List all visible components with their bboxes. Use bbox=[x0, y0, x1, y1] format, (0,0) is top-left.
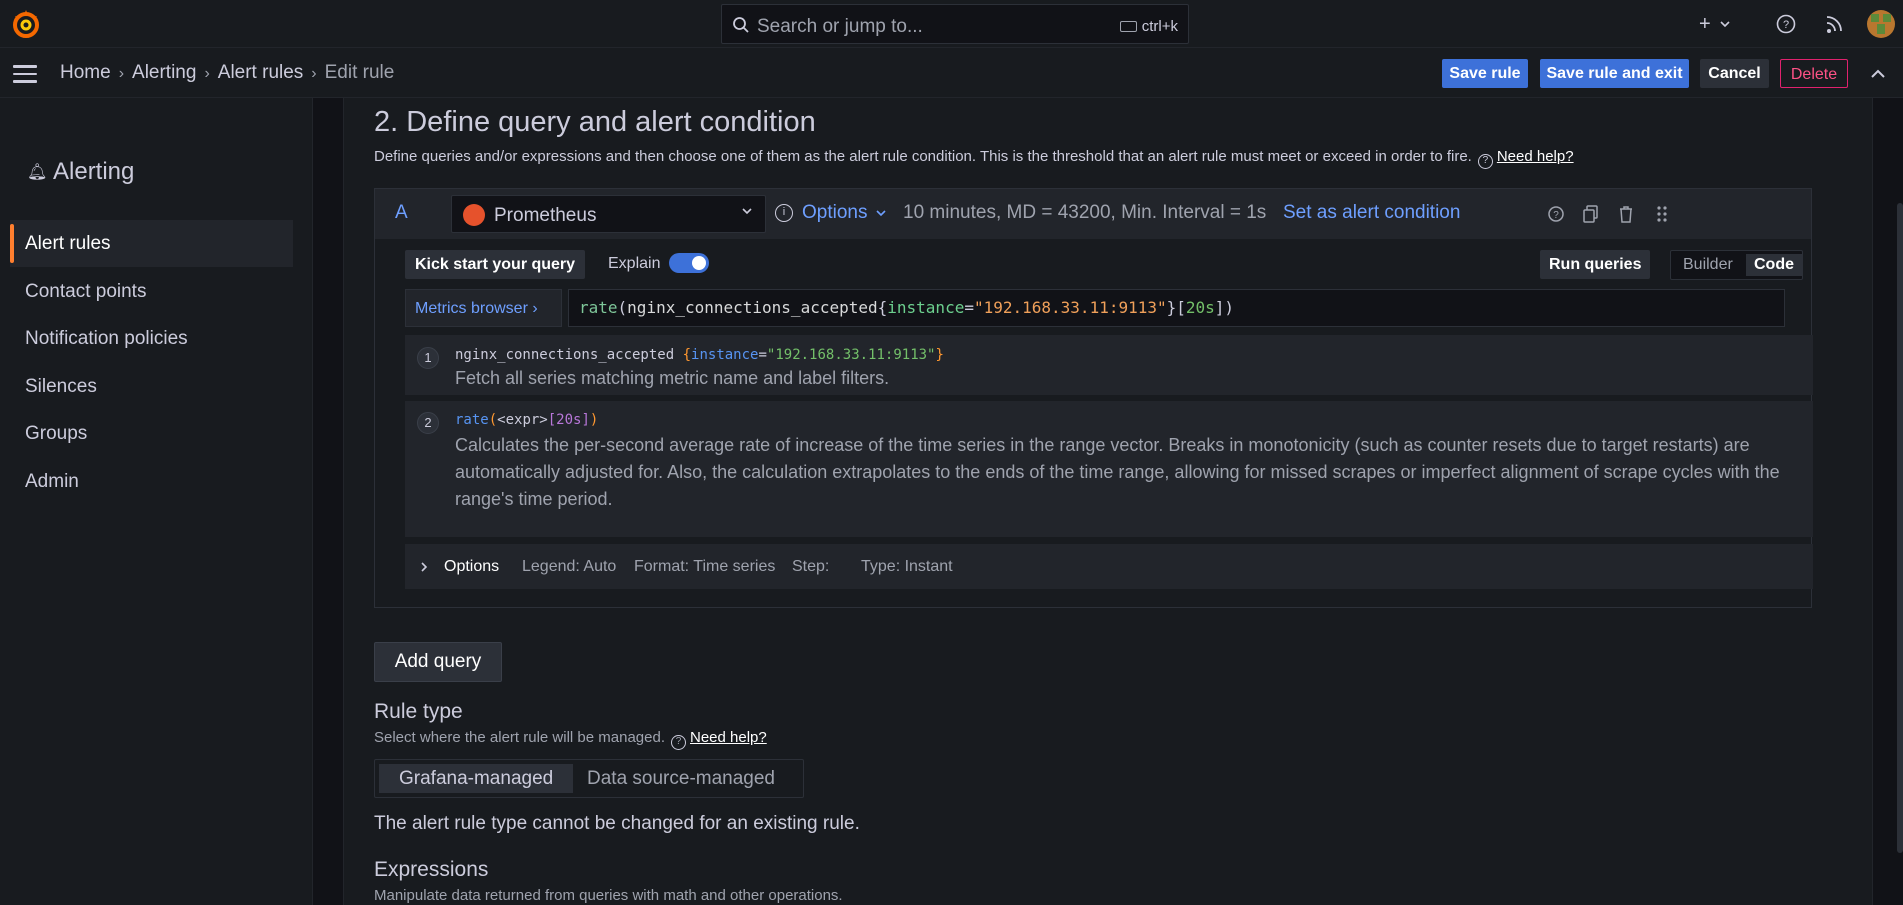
query-ref-id[interactable]: A bbox=[395, 202, 408, 224]
save-rule-and-exit-button[interactable]: Save rule and exit bbox=[1540, 59, 1689, 88]
drag-handle-icon[interactable] bbox=[1652, 203, 1672, 225]
sidebar-item-silences[interactable]: Silences bbox=[10, 363, 293, 410]
mode-code[interactable]: Code bbox=[1746, 254, 1802, 276]
search-placeholder: Search or jump to... bbox=[757, 16, 923, 37]
explain-toggle[interactable] bbox=[669, 253, 709, 273]
add-new-button[interactable]: + bbox=[1699, 12, 1730, 36]
breadcrumb: Home › Alerting › Alert rules › Edit rule bbox=[60, 62, 394, 84]
cancel-button[interactable]: Cancel bbox=[1700, 59, 1769, 88]
menu-toggle-icon[interactable] bbox=[13, 65, 37, 83]
rule-type-title: Rule type bbox=[374, 700, 463, 723]
datasource-name: Prometheus bbox=[494, 205, 597, 226]
page-scrollbar[interactable] bbox=[1897, 203, 1903, 853]
chevron-down-icon bbox=[876, 210, 886, 217]
search-input[interactable]: Search or jump to... ctrl+k bbox=[721, 4, 1189, 44]
expressions-description: Manipulate data returned from queries wi… bbox=[374, 887, 843, 904]
chevron-right-icon: › bbox=[118, 65, 125, 82]
save-rule-button[interactable]: Save rule bbox=[1442, 59, 1528, 88]
help-icon: ? bbox=[671, 735, 686, 750]
rule-type-description: Select where the alert rule will be mana… bbox=[374, 729, 767, 750]
duplicate-icon[interactable] bbox=[1581, 203, 1601, 225]
prometheus-icon bbox=[463, 204, 485, 226]
metrics-browser-button[interactable]: Metrics browser › bbox=[405, 289, 562, 327]
delete-button[interactable]: Delete bbox=[1780, 59, 1848, 88]
type-value: Type: Instant bbox=[861, 558, 953, 575]
step-code: rate(<expr>[20s]) bbox=[455, 412, 599, 428]
plus-icon: + bbox=[1699, 13, 1711, 35]
format-value: Format: Time series bbox=[634, 558, 776, 575]
query-editor: A Prometheus i Options 10 minutes, MD = … bbox=[374, 188, 1813, 608]
help-icon[interactable]: ? bbox=[1775, 12, 1797, 36]
search-icon bbox=[733, 17, 749, 33]
add-query-button[interactable]: Add query bbox=[374, 642, 502, 682]
sidebar-item-groups[interactable]: Groups bbox=[10, 410, 293, 457]
news-feed-icon[interactable] bbox=[1825, 12, 1845, 36]
legend-value: Legend: Auto bbox=[522, 558, 617, 575]
svg-text:?: ? bbox=[1553, 210, 1559, 221]
trash-icon[interactable] bbox=[1616, 203, 1636, 225]
breadcrumb-alert-rules[interactable]: Alert rules bbox=[218, 62, 304, 83]
step-number: 1 bbox=[417, 347, 439, 369]
step-code: nginx_connections_accepted {instance="19… bbox=[455, 347, 944, 363]
sidebar-item-admin[interactable]: Admin bbox=[10, 458, 293, 505]
query-code-input[interactable]: rate(nginx_connections_accepted{instance… bbox=[568, 289, 1785, 327]
chevron-down-icon bbox=[1720, 21, 1730, 28]
editor-mode-switch: Builder Code bbox=[1670, 250, 1803, 280]
svg-text:?: ? bbox=[1783, 19, 1789, 31]
chevron-right-icon: › bbox=[204, 65, 210, 82]
user-avatar[interactable] bbox=[1867, 10, 1895, 38]
explain-step: 2 rate(<expr>[20s]) Calculates the per-s… bbox=[405, 401, 1813, 537]
mode-builder[interactable]: Builder bbox=[1675, 254, 1741, 276]
rule-type-grafana-managed[interactable]: Grafana-managed bbox=[379, 764, 574, 793]
query-options-toggle[interactable]: Options bbox=[802, 202, 887, 224]
step-number: 2 bbox=[417, 412, 439, 434]
query-options-summary: 10 minutes, MD = 43200, Min. Interval = … bbox=[903, 202, 1267, 223]
section-nav-title: 🔔︎ Alerting bbox=[27, 158, 135, 185]
options-label: Options bbox=[444, 558, 500, 575]
breadcrumb-home[interactable]: Home bbox=[60, 62, 111, 83]
query-options-row[interactable]: Options Legend: Auto Format: Time series… bbox=[405, 544, 1813, 589]
explain-step: 1 nginx_connections_accepted {instance="… bbox=[405, 335, 1813, 395]
rule-type-switch: Grafana-managed Data source-managed bbox=[374, 759, 804, 798]
help-icon: ? bbox=[1477, 154, 1493, 169]
grafana-logo-icon[interactable] bbox=[10, 8, 42, 40]
datasource-picker[interactable]: Prometheus bbox=[451, 195, 766, 233]
main-content: 2. Define query and alert condition Defi… bbox=[313, 98, 1903, 905]
run-queries-button[interactable]: Run queries bbox=[1540, 250, 1651, 279]
need-help-link[interactable]: Need help? bbox=[690, 729, 767, 746]
chevron-right-icon bbox=[421, 562, 428, 572]
section-nav: 🔔︎ Alerting Alert rules Contact points No… bbox=[0, 98, 313, 905]
kick-start-query-button[interactable]: Kick start your query bbox=[405, 250, 586, 279]
rule-type-datasource-managed[interactable]: Data source-managed bbox=[567, 764, 795, 793]
chevron-up-icon[interactable] bbox=[1868, 64, 1888, 84]
breadcrumb-alerting[interactable]: Alerting bbox=[132, 62, 196, 83]
top-navbar: Search or jump to... ctrl+k + ? bbox=[0, 0, 1903, 48]
sidebar-item-contact-points[interactable]: Contact points bbox=[10, 268, 293, 315]
bell-icon: 🔔︎ bbox=[27, 164, 48, 181]
explain-label: Explain bbox=[608, 255, 661, 272]
chevron-down-icon bbox=[742, 208, 752, 215]
sidebar-item-alert-rules[interactable]: Alert rules bbox=[10, 220, 293, 267]
chevron-right-icon: › bbox=[311, 65, 317, 82]
section-title: 2. Define query and alert condition bbox=[374, 106, 816, 138]
sidebar-item-notification-policies[interactable]: Notification policies bbox=[10, 315, 293, 362]
set-alert-condition-link[interactable]: Set as alert condition bbox=[1283, 202, 1460, 224]
info-icon[interactable]: i bbox=[775, 204, 793, 222]
step-description: Calculates the per-second average rate o… bbox=[455, 435, 1780, 509]
rule-type-note: The alert rule type cannot be changed fo… bbox=[374, 813, 860, 834]
chevron-right-icon: › bbox=[532, 300, 538, 317]
step-value: Step: bbox=[792, 558, 830, 575]
keyboard-icon bbox=[1119, 21, 1137, 32]
need-help-link[interactable]: Need help? bbox=[1497, 148, 1574, 165]
query-header: A Prometheus i Options 10 minutes, MD = … bbox=[375, 189, 1811, 239]
search-shortcut: ctrl+k bbox=[1119, 18, 1178, 35]
expressions-title: Expressions bbox=[374, 858, 489, 881]
help-icon[interactable]: ? bbox=[1546, 203, 1566, 225]
breadcrumb-current: Edit rule bbox=[324, 62, 395, 83]
section-description: Define queries and/or expressions and th… bbox=[374, 148, 1574, 169]
page-toolbar: Home › Alerting › Alert rules › Edit rule Save… bbox=[0, 48, 1903, 98]
step-description: Fetch all series matching metric name an… bbox=[455, 368, 890, 388]
